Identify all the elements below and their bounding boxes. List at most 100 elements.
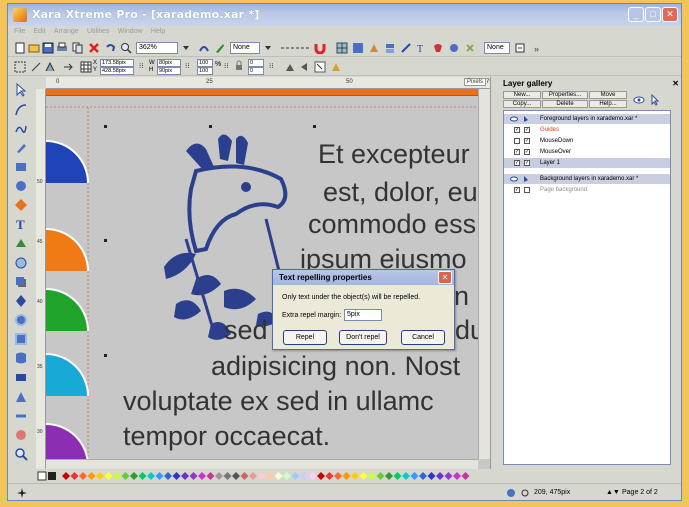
undo-icon[interactable] [104, 42, 116, 54]
doc-text-line[interactable]: commodo ess [308, 209, 476, 240]
position-grid-icon[interactable] [80, 61, 92, 73]
delete-layer-button[interactable]: Delete [542, 100, 588, 108]
layer-row-mouseover[interactable]: ✓ ✓ MouseOver [504, 147, 670, 157]
copy-icon[interactable] [72, 42, 84, 54]
doc-text-line[interactable]: voluptate ex sed in ullamc [123, 386, 434, 417]
scale-height-field[interactable]: 100 [197, 67, 213, 75]
doc-text-line[interactable]: Et excepteur [318, 139, 470, 170]
fill-gallery-icon[interactable] [432, 42, 444, 54]
more-icon[interactable]: » [532, 42, 544, 54]
scale-width-field[interactable]: 100 [197, 59, 213, 67]
delete-icon[interactable] [88, 42, 100, 54]
menu-window[interactable]: Window [118, 28, 143, 35]
menu-edit[interactable]: Edit [34, 28, 46, 35]
new-layer-button[interactable]: New... [503, 91, 541, 99]
units-selector[interactable]: Pixels [463, 78, 486, 86]
blend-tool-icon[interactable] [14, 294, 28, 308]
angle-spinner-icon[interactable]: ⁝⁝ [269, 62, 273, 70]
y-position-field[interactable]: 428.58pix [100, 67, 134, 75]
contour-tool-icon[interactable] [14, 313, 28, 327]
gallery-help-button[interactable]: Help... [589, 100, 627, 108]
pointer-small-icon[interactable] [522, 115, 530, 123]
clipart-icon[interactable] [368, 42, 380, 54]
cancel-button[interactable]: Cancel [401, 330, 445, 345]
locked-checkbox[interactable]: ✓ [524, 149, 530, 155]
ellipse-tool-icon[interactable] [14, 179, 28, 193]
fill-tool-icon[interactable] [14, 237, 28, 251]
zoom-field[interactable]: 362% [136, 42, 178, 54]
visible-checkbox[interactable] [514, 138, 520, 144]
pointer-icon[interactable] [649, 94, 661, 106]
scale-spinner-icon[interactable]: ⁝⁝ [224, 62, 228, 70]
close-window-button[interactable]: ✕ [662, 7, 678, 22]
selector-tool-icon[interactable] [14, 83, 28, 97]
flip-icon[interactable] [44, 61, 56, 73]
color-select-icon[interactable] [330, 61, 342, 73]
shape-editor-tool-icon[interactable] [14, 103, 28, 117]
transparency-tool-icon[interactable] [14, 256, 28, 270]
locked-checkbox[interactable]: ✓ [524, 160, 530, 166]
doc-text-line[interactable]: tempor occaecat. [123, 421, 330, 452]
layer-row-mousedown[interactable]: ✓ MouseDown [504, 136, 670, 146]
new-icon[interactable] [14, 42, 26, 54]
effects-icon[interactable] [448, 42, 460, 54]
menu-help[interactable]: Help [151, 28, 165, 35]
bitmap-icon[interactable] [352, 42, 364, 54]
maximize-button[interactable]: □ [645, 7, 661, 22]
zoom-tool-icon[interactable] [14, 447, 28, 461]
open-icon[interactable] [28, 42, 40, 54]
doc-text-line[interactable]: adipisicing non. Nost [211, 351, 460, 382]
copy-layer-button[interactable]: Copy... [503, 100, 541, 108]
zoom-icon[interactable] [120, 42, 132, 54]
quickshape-tool-icon[interactable] [14, 198, 28, 212]
gallery-close-icon[interactable]: ✕ [672, 79, 679, 88]
foreground-group-row[interactable]: Foreground layers in xarademo.xar * [504, 114, 670, 124]
extrude-tool-icon[interactable] [14, 370, 28, 384]
flip-horizontal-icon[interactable] [284, 61, 296, 73]
layer-row-guides[interactable]: ✓ ✓ Guides [504, 125, 670, 135]
pen-icon[interactable] [214, 42, 226, 54]
slice-tool-icon[interactable] [14, 409, 28, 423]
bevel-tool-icon[interactable] [14, 332, 28, 346]
rectangle-tool-icon[interactable] [14, 160, 28, 174]
pen-tool-icon[interactable] [14, 141, 28, 155]
zoom-dropdown-icon[interactable] [180, 42, 192, 54]
dont-repel-button[interactable]: Don't repel [339, 330, 387, 345]
visible-eye-icon[interactable] [510, 115, 518, 123]
dialog-close-icon[interactable]: ✕ [438, 271, 452, 284]
visible-checkbox[interactable]: ✓ [514, 149, 520, 155]
rotate-icon[interactable] [14, 61, 26, 73]
zoom-out-icon[interactable] [198, 42, 210, 54]
layer-properties-button[interactable]: Properties... [542, 91, 588, 99]
shadow-tool-icon[interactable] [14, 275, 28, 289]
doc-text-line[interactable]: sed [224, 315, 268, 346]
move-layer-button[interactable]: Move [589, 91, 627, 99]
menu-file[interactable]: File [14, 28, 25, 35]
magnet-icon[interactable] [314, 42, 326, 54]
visible-checkbox[interactable]: ✓ [514, 160, 520, 166]
print-icon[interactable] [56, 42, 68, 54]
snap-icon[interactable] [16, 487, 28, 499]
save-icon[interactable] [42, 42, 54, 54]
quality-dropdown-icon[interactable] [262, 42, 274, 54]
width-field[interactable]: 80pix [157, 59, 181, 67]
push-tool-icon[interactable] [14, 428, 28, 442]
apply-icon[interactable] [514, 42, 526, 54]
freehand-tool-icon[interactable] [14, 122, 28, 136]
quality-field[interactable]: None [230, 42, 260, 54]
locked-checkbox[interactable]: ✓ [524, 127, 530, 133]
background-group-row[interactable]: Background layers in xarademo.xar * [504, 174, 670, 184]
palette-swatches[interactable] [36, 469, 490, 483]
grid-icon[interactable] [336, 42, 348, 54]
wh-spinner-icon[interactable]: ⁝⁝ [185, 62, 189, 70]
pointer-small-icon[interactable] [522, 175, 530, 183]
repel-button[interactable]: Repel [283, 330, 327, 345]
color-palette[interactable] [36, 469, 490, 483]
layer-row-layer1[interactable]: ✓ ✓ Layer 1 [504, 158, 670, 168]
font-gallery-icon[interactable]: T [416, 42, 428, 54]
visible-checkbox[interactable]: ✓ [514, 187, 520, 193]
select-inside-icon[interactable] [30, 61, 42, 73]
locked-checkbox[interactable] [524, 187, 530, 193]
flip-vertical-icon[interactable] [298, 61, 310, 73]
plugin-icon[interactable] [464, 42, 476, 54]
